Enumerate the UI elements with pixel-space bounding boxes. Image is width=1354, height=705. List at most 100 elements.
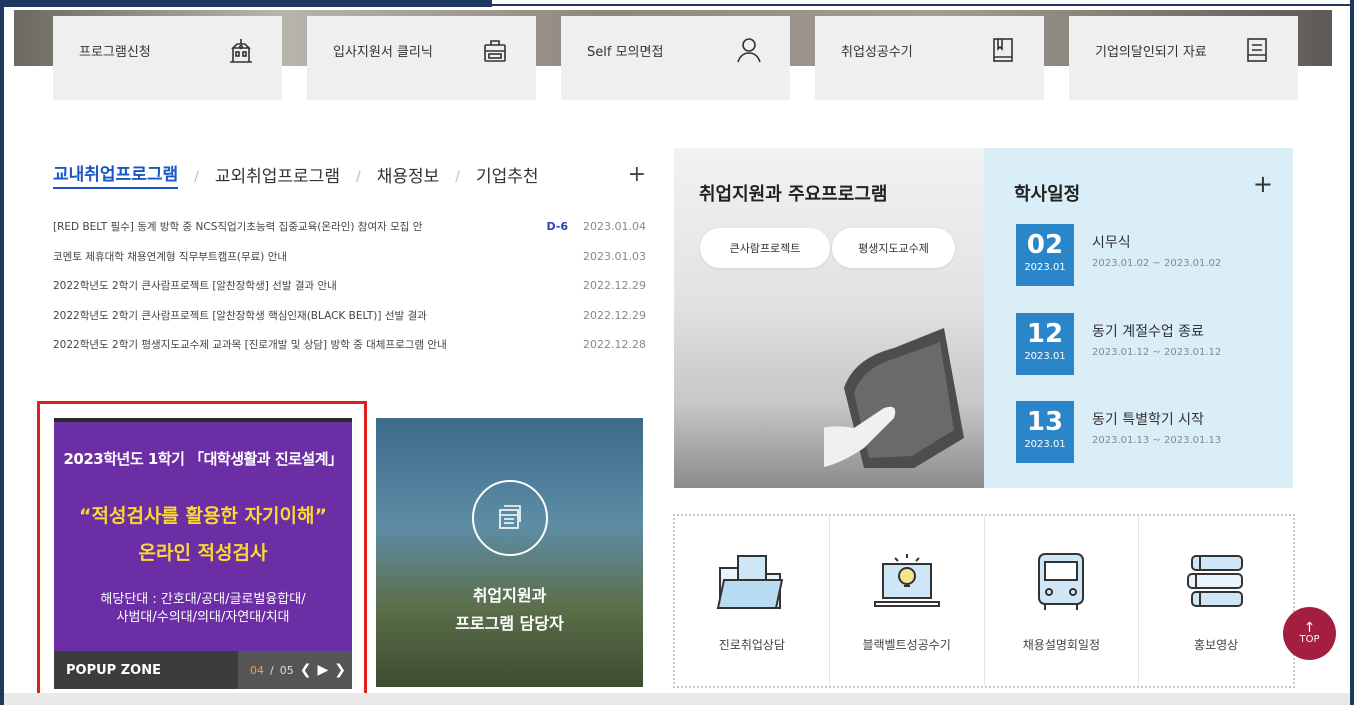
quick-menu-label: 입사지원서 클리닉 <box>333 44 433 60</box>
popup-page-current: 04 <box>250 663 265 677</box>
academic-calendar: 학사일정 + 02 2023.01 시무식 2023.01.02 ~ 2023.… <box>984 148 1293 488</box>
play-icon[interactable]: ▶ <box>317 662 328 678</box>
list-item[interactable]: 2022학년도 2학기 평생지도교수제 교과목 [진로개발 및 상담] 방학 중… <box>53 330 646 360</box>
popup-zone-label: POPUP ZONE <box>66 662 161 678</box>
next-arrow-icon[interactable]: ❯ <box>334 662 346 678</box>
popup-target-line: 해당단대 : 간호대/공대/글로벌융합대/ <box>100 592 306 607</box>
event-range: 2023.01.12 ~ 2023.01.12 <box>1092 347 1222 358</box>
event-day: 12 <box>1026 319 1064 349</box>
briefcase-icon <box>484 40 506 62</box>
books-icon <box>1187 555 1244 607</box>
quick-menu-label: 프로그램신청 <box>79 44 151 60</box>
bottom-bar <box>4 693 1350 705</box>
tab-separator: / <box>355 168 361 185</box>
event-day: 13 <box>1026 407 1064 437</box>
notice-title[interactable]: 2022학년도 2학기 큰사람프로젝트 [알찬장학생] 선발 결과 안내 <box>53 278 582 293</box>
notice-date: 2023.01.04 <box>583 220 646 234</box>
quick-menu-program-apply[interactable]: 프로그램신청 <box>53 16 282 100</box>
list-item[interactable]: 2022학년도 2학기 큰사람프로젝트 [알찬장학생] 선발 결과 안내 202… <box>53 271 646 301</box>
lifetime-advisor-button[interactable]: 평생지도교수제 <box>832 228 955 268</box>
quick-menu-company-master[interactable]: 기업의달인되기 자료 <box>1069 16 1298 100</box>
program-tabs: 교내취업프로그램 / 교외취업프로그램 / 채용정보 / 기업추천 + <box>53 160 646 189</box>
main-programs-title: 취업지원과 주요프로그램 <box>699 184 888 205</box>
event-range: 2023.01.13 ~ 2023.01.13 <box>1092 435 1222 446</box>
date-box: 12 2023.01 <box>1016 313 1074 375</box>
document-icon <box>1247 38 1267 62</box>
date-box: 02 2023.01 <box>1016 224 1074 286</box>
quick-menu-label: Self 모의면접 <box>587 44 664 60</box>
top-line <box>492 4 1354 6</box>
tab-internal-programs[interactable]: 교내취업프로그램 <box>53 160 179 189</box>
notice-date: 2022.12.29 <box>583 308 646 322</box>
quick-menu-label: 취업성공수기 <box>841 44 913 60</box>
event-title: 동기 계절수업 종료 <box>1092 324 1204 340</box>
event-title: 시무식 <box>1092 235 1131 251</box>
quick-menu: 프로그램신청 입사지원서 클리닉 Self 모의면접 취업성공수기 기업의달인되… <box>53 16 1298 100</box>
popup-pager: 04 / 05 ❮ ▶ ❯ <box>238 651 352 689</box>
tablet-hand-illustration <box>824 328 964 468</box>
popup-page-total: 05 <box>279 663 294 677</box>
calendar-event[interactable]: 13 2023.01 동기 특별학기 시작 2023.01.13 ~ 2023.… <box>1016 401 1276 463</box>
tabs-more-button[interactable]: + <box>628 162 646 187</box>
event-year-month: 2023.01 <box>1024 262 1066 273</box>
calendar-more-button[interactable]: + <box>1253 170 1273 198</box>
popup-headline: 2023학년도 1학기 「대학생활과 진로설계」 <box>63 450 343 468</box>
quick-menu-self-interview[interactable]: Self 모의면접 <box>561 16 790 100</box>
scroll-top-button[interactable]: ↑ TOP <box>1283 607 1336 660</box>
quick-links: 진로취업상담 블랙벨트성공수기 채용설명회일정 홍보영상 <box>673 514 1295 688</box>
tab-job-info[interactable]: 채용정보 <box>377 162 440 187</box>
calendar-event[interactable]: 02 2023.01 시무식 2023.01.02 ~ 2023.01.02 <box>1016 224 1276 286</box>
quick-link-promo-video[interactable]: 홍보영상 <box>1139 516 1293 686</box>
tab-company-recommend[interactable]: 기업추천 <box>476 162 539 187</box>
popup-highlight-text: “적성검사를 활용한 자기이해” <box>79 505 327 527</box>
notice-date: 2022.12.29 <box>583 279 646 293</box>
folder-icon <box>716 555 784 609</box>
tab-separator: / <box>194 168 199 185</box>
quick-link-career-counseling[interactable]: 진로취업상담 <box>675 516 830 686</box>
quick-link-label: 블랙벨트성공수기 <box>862 638 951 652</box>
quick-menu-resume-clinic[interactable]: 입사지원서 클리닉 <box>307 16 536 100</box>
deadline-badge: D-6 <box>546 220 568 234</box>
event-year-month: 2023.01 <box>1024 351 1066 362</box>
list-item[interactable]: 코멘토 제휴대학 채용연계형 직무부트캠프(무료) 안내 2023.01.03 <box>53 242 646 272</box>
tab-separator: / <box>455 168 460 185</box>
event-range: 2023.01.02 ~ 2023.01.02 <box>1092 258 1222 269</box>
quick-menu-success-stories[interactable]: 취업성공수기 <box>815 16 1044 100</box>
program-staff-line2: 프로그램 담당자 <box>455 614 564 633</box>
event-year-month: 2023.01 <box>1024 439 1066 450</box>
bus-icon <box>1038 553 1085 610</box>
book-icon <box>993 38 1013 62</box>
list-item[interactable]: 2022학년도 2학기 큰사람프로젝트 [알찬장학생 핵심인재(BLACK BE… <box>53 301 646 331</box>
calendar-event[interactable]: 12 2023.01 동기 계절수업 종료 2023.01.12 ~ 2023.… <box>1016 313 1276 375</box>
top-strip <box>0 0 492 7</box>
program-staff-box[interactable]: 취업지원과 프로그램 담당자 <box>376 418 643 687</box>
quick-link-blackbelt-stories[interactable]: 블랙벨트성공수기 <box>830 516 985 686</box>
list-item[interactable]: [RED BELT 필수] 동계 방학 중 NCS직업기초능력 집중교육(온라인… <box>53 212 646 242</box>
notice-title[interactable]: 코멘토 제휴대학 채용연계형 직무부트캠프(무료) 안내 <box>53 249 582 264</box>
notice-list: [RED BELT 필수] 동계 방학 중 NCS직업기초능력 집중교육(온라인… <box>53 212 646 360</box>
popup-zone[interactable]: 2023학년도 1학기 「대학생활과 진로설계」 “적성검사를 활용한 자기이해… <box>54 418 352 689</box>
top-label: TOP <box>1299 634 1320 645</box>
prev-arrow-icon[interactable]: ❮ <box>300 662 312 678</box>
event-title: 동기 특별학기 시작 <box>1092 412 1204 428</box>
quick-link-label: 채용설명회일정 <box>1022 638 1101 652</box>
notice-date: 2022.12.28 <box>583 338 646 352</box>
main-programs-panel: 취업지원과 주요프로그램 큰사람프로젝트 평생지도교수제 <box>674 148 984 488</box>
quick-link-label: 홍보영상 <box>1194 638 1239 652</box>
window-icon <box>471 480 548 556</box>
notice-title[interactable]: 2022학년도 2학기 큰사람프로젝트 [알찬장학생 핵심인재(BLACK BE… <box>53 308 582 323</box>
quick-link-recruit-briefing[interactable]: 채용설명회일정 <box>985 516 1140 686</box>
big-person-project-button[interactable]: 큰사람프로젝트 <box>700 228 830 268</box>
popup-control-bar: POPUP ZONE 04 / 05 ❮ ▶ ❯ <box>54 651 352 689</box>
building-icon <box>230 39 252 63</box>
quick-link-label: 진로취업상담 <box>718 638 785 652</box>
tab-external-programs[interactable]: 교외취업프로그램 <box>215 162 340 187</box>
popup-target-colleges: 해당단대 : 간호대/공대/글로벌융합대/ 사범대/수의대/의대/자연대/치대 <box>54 591 352 627</box>
person-icon <box>737 38 761 63</box>
date-box: 13 2023.01 <box>1016 401 1074 463</box>
quick-menu-label: 기업의달인되기 자료 <box>1095 44 1207 60</box>
notice-title[interactable]: 2022학년도 2학기 평생지도교수제 교과목 [진로개발 및 상담] 방학 중… <box>53 337 582 352</box>
notice-title[interactable]: [RED BELT 필수] 동계 방학 중 NCS직업기초능력 집중교육(온라인… <box>53 219 546 234</box>
event-day: 02 <box>1026 230 1064 260</box>
arrow-up-icon: ↑ <box>1303 620 1316 636</box>
